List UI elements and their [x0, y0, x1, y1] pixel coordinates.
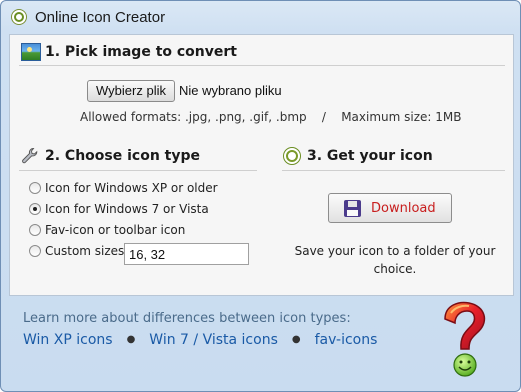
radio-button[interactable]	[29, 224, 41, 236]
link-win7-vista-icons[interactable]: Win 7 / Vista icons	[149, 332, 278, 348]
download-button[interactable]: Download	[328, 193, 452, 223]
title-bar: Online Icon Creator	[1, 1, 520, 35]
question-mark-smiley-icon	[444, 301, 486, 377]
icon-type-links: Win XP icons ● Win 7 / Vista icons ● fav-ico…	[23, 332, 377, 348]
wrench-icon	[22, 148, 38, 164]
link-fav-icons[interactable]: fav-icons	[315, 332, 378, 348]
radio-button[interactable]	[29, 245, 41, 257]
radio-button-selected[interactable]	[29, 203, 41, 215]
link-win-xp-icons[interactable]: Win XP icons	[23, 332, 113, 348]
file-status-text: Nie wybrano pliku	[179, 83, 282, 98]
radio-button[interactable]	[29, 182, 41, 194]
custom-sizes-input[interactable]	[124, 243, 249, 265]
main-panel: 1. Pick image to convert Wybierz plik Ni…	[9, 34, 514, 296]
ring-icon	[283, 147, 301, 165]
section-2-title: 2. Choose icon type	[45, 148, 201, 164]
option-label: Icon for Windows 7 or Vista	[45, 202, 209, 216]
choose-file-button[interactable]: Wybierz plik	[87, 80, 175, 102]
floppy-disk-icon	[344, 200, 361, 217]
bullet-separator: ●	[291, 334, 301, 345]
divider	[282, 170, 505, 171]
section-3-title: 3. Get your icon	[307, 148, 433, 164]
bullet-separator: ●	[126, 334, 136, 345]
option-label: Icon for Windows XP or older	[45, 181, 218, 195]
app-window: Online Icon Creator 1. Pick image to con…	[0, 0, 521, 392]
app-ring-icon	[11, 9, 27, 25]
save-note: Save your icon to a folder of your choic…	[294, 244, 496, 276]
option-label: Custom sizes	[45, 244, 125, 258]
divider	[19, 65, 505, 66]
divider	[19, 170, 257, 171]
window-title: Online Icon Creator	[35, 9, 166, 26]
download-label: Download	[371, 201, 436, 216]
allowed-formats-note: Allowed formats: .jpg, .png, .gif, .bmp …	[80, 110, 462, 124]
picture-icon	[21, 43, 41, 61]
option-label: Fav-icon or toolbar icon	[45, 223, 186, 237]
learn-more-text: Learn more about differences between ico…	[23, 311, 351, 326]
section-1-title: 1. Pick image to convert	[45, 44, 237, 60]
